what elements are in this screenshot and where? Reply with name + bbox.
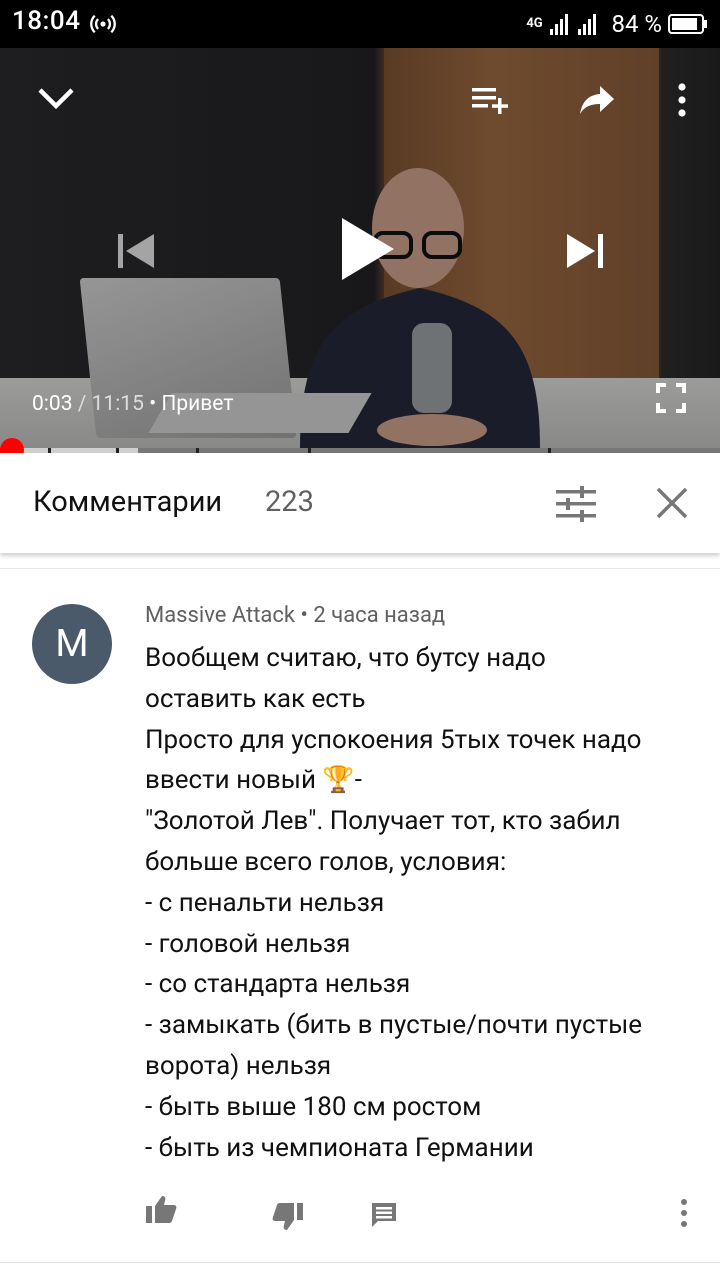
comment-line: "Золотой Лев". Получает тот, кто забил bbox=[145, 806, 621, 837]
hotspot-icon bbox=[90, 14, 116, 34]
comment-line: - с пенальти нельзя bbox=[145, 887, 385, 918]
signal-icon bbox=[550, 14, 569, 35]
comment-meta: Massive Attack • 2 часа назад bbox=[145, 603, 445, 628]
comment-line: Просто для успокоения 5тых точек надо bbox=[145, 724, 642, 755]
comment-text: Вообщем считаю, что бутсу надо оставить … bbox=[145, 638, 700, 1168]
more-vertical-icon[interactable] bbox=[674, 82, 690, 118]
comment-icon[interactable] bbox=[370, 1201, 398, 1229]
status-time: 18:04 bbox=[12, 6, 81, 36]
comment-line: больше всего голов, условия: bbox=[145, 846, 507, 877]
battery-percent: 84 % bbox=[611, 10, 662, 38]
chevron-down-icon[interactable] bbox=[36, 84, 76, 112]
comment-line: ворота) нельзя bbox=[145, 1050, 332, 1081]
status-bar: 18:04 4G 84 % bbox=[0, 0, 720, 48]
title-bullet: • bbox=[143, 392, 162, 416]
play-icon[interactable] bbox=[340, 216, 396, 282]
comment-line: Вообщем считаю, что бутсу надо bbox=[145, 643, 546, 673]
video-time-label: 0:03 / 11:15 • Привет bbox=[32, 392, 233, 416]
signal-icon bbox=[578, 14, 597, 35]
duration: 11:15 bbox=[91, 392, 144, 416]
video-player[interactable]: 0:03 / 11:15 • Привет bbox=[0, 48, 720, 450]
comments-title: Комментарии bbox=[33, 485, 223, 519]
comment-line: - быть из чемпионата Германии bbox=[145, 1132, 534, 1163]
current-time: 0:03 bbox=[32, 392, 73, 416]
close-icon[interactable] bbox=[654, 485, 690, 521]
share-icon[interactable] bbox=[578, 84, 616, 116]
comment-line: ввести новый 🏆- bbox=[145, 765, 362, 796]
time-separator: / bbox=[72, 392, 92, 416]
divider bbox=[0, 1262, 720, 1263]
tune-icon[interactable] bbox=[556, 486, 596, 522]
battery-icon bbox=[668, 14, 707, 34]
video-title: Привет bbox=[161, 392, 234, 416]
meta-bullet: • bbox=[295, 603, 314, 628]
skip-next-icon[interactable] bbox=[565, 232, 605, 270]
comment-line: оставить как есть bbox=[145, 683, 366, 714]
comments-count: 223 bbox=[265, 485, 314, 519]
thumb-up-icon[interactable] bbox=[145, 1194, 177, 1224]
playlist-add-icon[interactable] bbox=[470, 84, 514, 116]
comment-author[interactable]: Massive Attack bbox=[145, 603, 295, 628]
more-vertical-icon[interactable] bbox=[677, 1198, 691, 1228]
fullscreen-icon[interactable] bbox=[656, 383, 686, 413]
network-type: 4G bbox=[526, 16, 543, 31]
divider bbox=[0, 568, 720, 569]
comment-line: - быть выше 180 см ростом bbox=[145, 1091, 482, 1122]
comments-header: Комментарии 223 bbox=[0, 453, 720, 553]
comment-time: 2 часа назад bbox=[313, 603, 446, 628]
avatar[interactable]: M bbox=[32, 604, 112, 684]
comment-line: - замыкать (бить в пустые/почти пустые bbox=[145, 1010, 643, 1041]
skip-previous-icon[interactable] bbox=[116, 232, 156, 270]
thumb-down-icon[interactable] bbox=[272, 1202, 304, 1232]
status-right: 4G 84 % bbox=[525, 8, 708, 40]
comment-line: - со стандарта нельзя bbox=[145, 969, 411, 1000]
comment-line: - головой нельзя bbox=[145, 928, 351, 959]
